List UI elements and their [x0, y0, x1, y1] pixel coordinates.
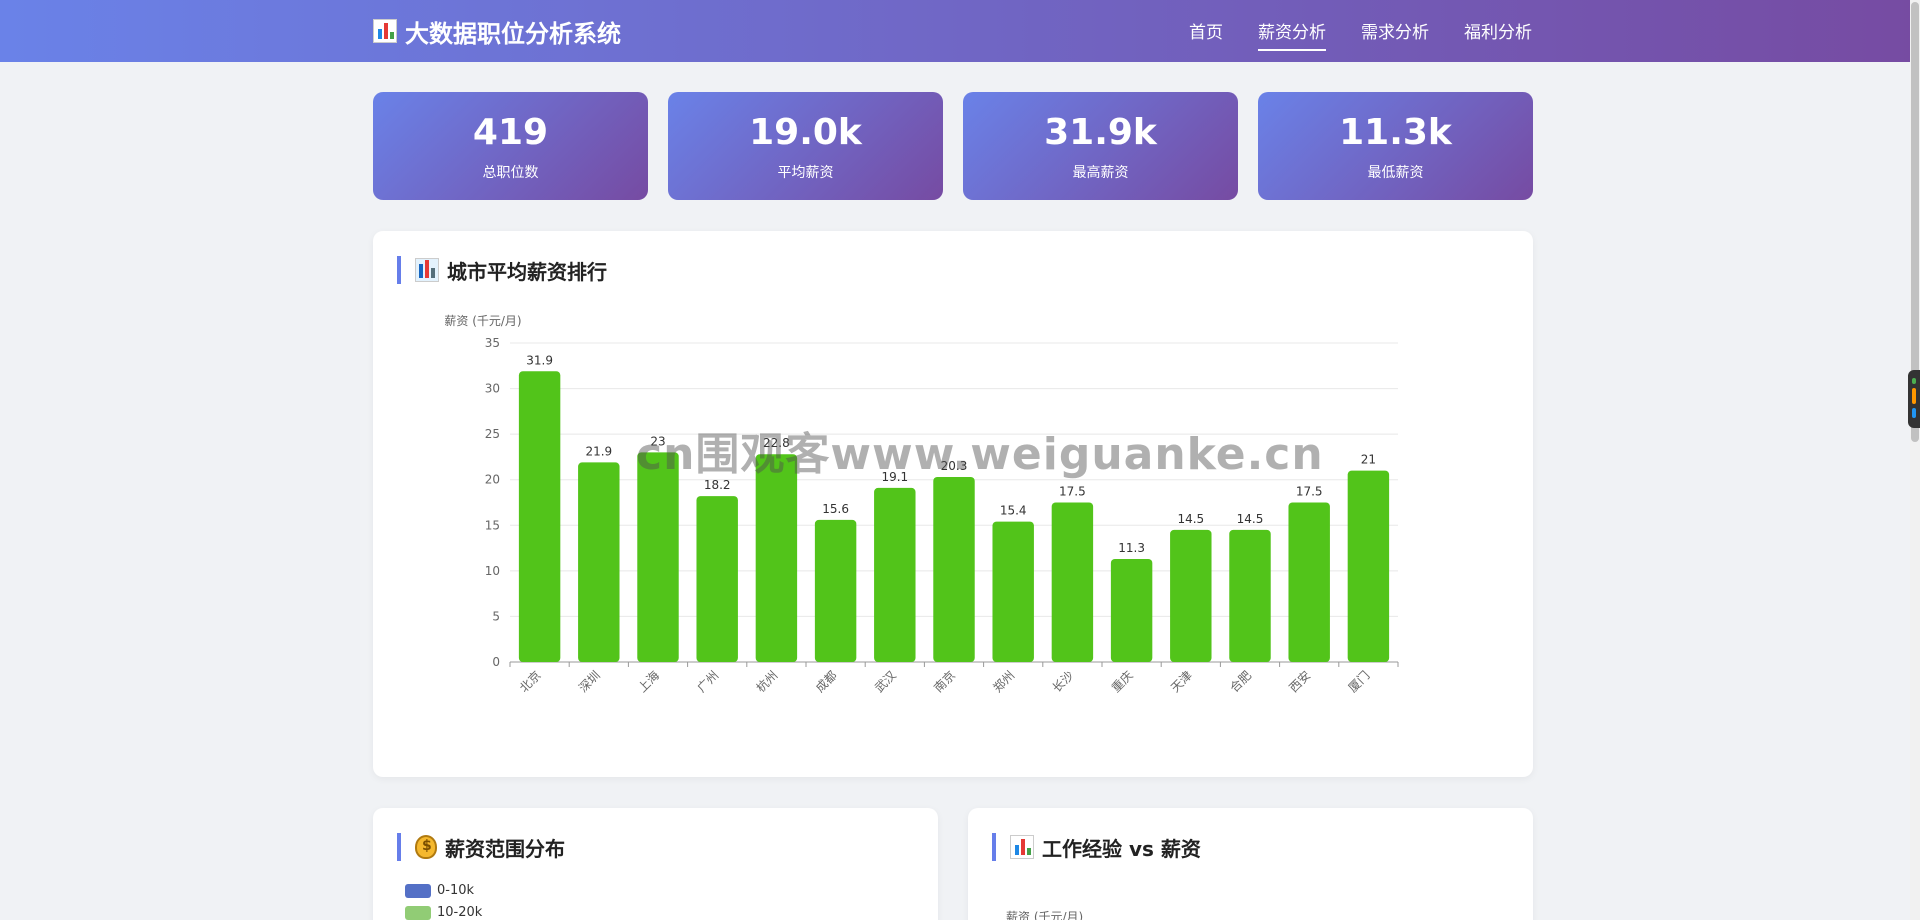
x-tick-label: 天津: [1168, 668, 1195, 695]
x-tick-label: 长沙: [1050, 668, 1077, 695]
panel-title: 城市平均薪资排行: [397, 256, 607, 284]
bar-chart-icon: [373, 19, 397, 43]
stat-card-max-salary: 31.9k 最高薪资: [963, 92, 1238, 200]
data-label: 15.6: [822, 502, 849, 516]
x-tick-label: 深圳: [576, 668, 603, 695]
stat-label: 总职位数: [482, 165, 539, 181]
y-tick-label: 5: [492, 609, 500, 623]
legend-item[interactable]: 0-10k: [405, 883, 474, 898]
data-label: 31.9: [526, 353, 553, 367]
y-axis-label: 薪资 (千元/月): [444, 314, 521, 328]
legend-swatch: [405, 883, 431, 898]
chart-y-axis-label: 薪资 (千元/月): [1006, 910, 1084, 920]
experience-salary-panel: 工作经验 vs 薪资 薪资 (千元/月): [968, 808, 1533, 920]
data-label: 15.4: [1000, 504, 1027, 518]
stat-card-min-salary: 11.3k 最低薪资: [1258, 92, 1533, 200]
money-bag-icon: [415, 835, 437, 859]
x-tick-label: 郑州: [990, 668, 1018, 696]
bar: [933, 476, 975, 662]
nav-link-home[interactable]: 首页: [1189, 18, 1223, 51]
data-label: 21.9: [585, 444, 612, 458]
bar: [1051, 502, 1094, 662]
panel-title: 工作经验 vs 薪资: [992, 833, 1201, 861]
bar: [874, 487, 916, 662]
stat-label: 平均薪资: [777, 165, 834, 181]
salary-range-panel: 薪资范围分布 0-10k 10-20k: [373, 808, 938, 920]
data-label: 17.5: [1296, 485, 1323, 499]
nav-links: 首页 薪资分析 需求分析 福利分析: [1189, 18, 1532, 51]
city-salary-chart[interactable]: 薪资 (千元/月)0510152025303531.9北京21.9深圳23上海1…: [373, 291, 1533, 771]
y-tick-label: 20: [485, 473, 500, 487]
city-icon: [415, 258, 439, 282]
data-label: 14.5: [1177, 512, 1204, 526]
stat-value: 11.3k: [1339, 112, 1452, 153]
data-label: 14.5: [1237, 512, 1264, 526]
x-tick-label: 广州: [694, 668, 721, 695]
x-tick-label: 上海: [635, 668, 663, 696]
stat-value: 19.0k: [749, 112, 862, 153]
legend-label: 0-10k: [437, 883, 475, 898]
bar: [1170, 529, 1212, 662]
scrollbar[interactable]: [1910, 0, 1920, 920]
watermark: cn围观客www.weiguanke.cn: [636, 429, 1324, 480]
data-label: 21: [1361, 453, 1376, 467]
x-tick-label: 武汉: [872, 668, 899, 695]
y-tick-label: 0: [492, 655, 500, 669]
legend-item[interactable]: 10-20k: [405, 905, 482, 920]
bar: [755, 454, 798, 662]
x-tick-label: 西安: [1286, 668, 1314, 696]
bar: [1110, 559, 1153, 662]
panel-title: 薪资范围分布: [397, 833, 565, 861]
bar: [1288, 502, 1330, 662]
bar: [696, 496, 738, 662]
bar: [1229, 529, 1271, 662]
stat-card-total-jobs: 419 总职位数: [373, 92, 648, 200]
x-tick-label: 厦门: [1345, 668, 1373, 696]
y-tick-label: 25: [485, 427, 500, 441]
y-tick-label: 35: [485, 336, 500, 350]
data-label: 11.3: [1118, 541, 1145, 555]
stat-value: 31.9k: [1044, 112, 1157, 153]
stat-value: 419: [472, 112, 549, 153]
bar: [814, 519, 857, 662]
y-tick-label: 15: [485, 518, 500, 532]
y-tick-label: 30: [485, 382, 500, 396]
panel-title-text: 城市平均薪资排行: [447, 259, 607, 284]
bar: [1347, 470, 1390, 662]
stat-label: 最高薪资: [1072, 165, 1129, 181]
bar: [992, 521, 1034, 662]
x-tick-label: 杭州: [753, 668, 781, 696]
x-tick-label: 北京: [517, 668, 544, 695]
x-tick-label: 重庆: [1109, 668, 1136, 695]
app-title: 大数据职位分析系统: [405, 19, 621, 48]
city-salary-panel: 城市平均薪资排行 薪资 (千元/月) 0 5 10 15 20 25 30 35 31.9 北京 21…: [373, 231, 1533, 777]
bar-chart-icon: [1010, 835, 1034, 859]
nav-link-salary-analysis[interactable]: 薪资分析: [1258, 18, 1326, 51]
bar: [578, 462, 620, 662]
x-tick-label: 南京: [931, 668, 959, 696]
legend-label: 10-20k: [437, 905, 483, 920]
x-tick-label: 成都: [813, 668, 840, 695]
y-tick-label: 10: [485, 564, 500, 578]
panel-title-text: 工作经验 vs 薪资: [1042, 836, 1201, 861]
data-label: 17.5: [1059, 485, 1086, 499]
stat-card-avg-salary: 19.0k 平均薪资: [668, 92, 943, 200]
nav-link-benefit-analysis[interactable]: 福利分析: [1464, 18, 1532, 51]
top-navbar: 大数据职位分析系统 首页 薪资分析 需求分析 福利分析: [0, 0, 1920, 62]
nav-link-demand-analysis[interactable]: 需求分析: [1361, 18, 1429, 51]
stat-label: 最低薪资: [1367, 165, 1424, 181]
brand[interactable]: 大数据职位分析系统: [373, 14, 621, 48]
x-tick-label: 合肥: [1227, 668, 1255, 696]
side-widget-icon[interactable]: [1908, 370, 1920, 428]
bar: [518, 371, 561, 662]
legend-swatch: [405, 905, 431, 920]
panel-title-text: 薪资范围分布: [445, 836, 565, 861]
bar: [637, 452, 679, 662]
